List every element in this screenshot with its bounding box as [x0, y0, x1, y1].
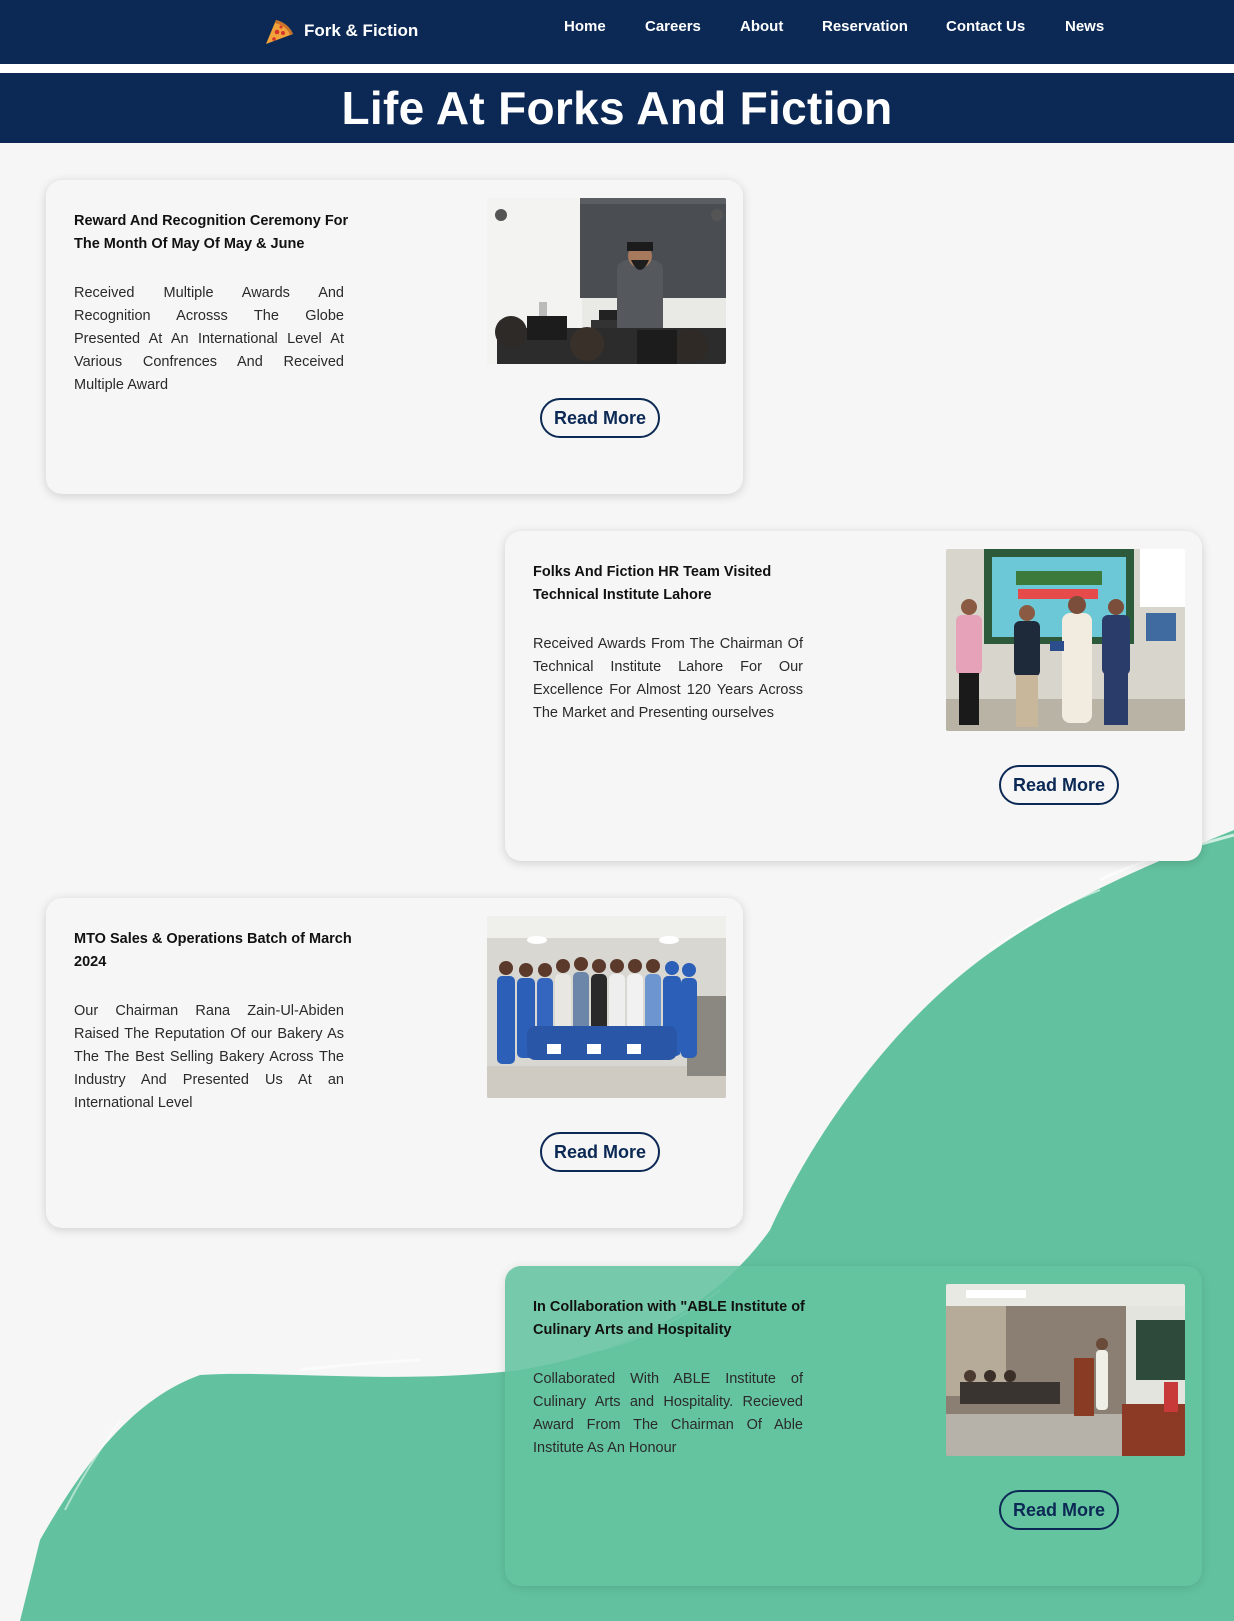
card-description: Our Chairman Rana Zain-Ul-Abiden Raised … — [74, 1003, 344, 1111]
top-navbar: Fork & Fiction Home Careers About Reserv… — [0, 0, 1234, 64]
read-more-button[interactable]: Read More — [999, 1490, 1119, 1530]
read-more-button[interactable]: Read More — [999, 765, 1119, 805]
read-more-button[interactable]: Read More — [540, 1132, 660, 1172]
nav-reservation[interactable]: Reservation — [822, 18, 908, 35]
main-nav: Home Careers About Reservation Contact U… — [0, 18, 1234, 38]
news-card-4: In Collaboration with "ABLE Institute of… — [505, 1266, 1202, 1586]
title-band: Life At Forks And Fiction — [0, 73, 1234, 143]
header-divider — [0, 64, 1234, 73]
card-photo-classroom — [946, 1284, 1185, 1456]
nav-about[interactable]: About — [740, 18, 783, 35]
page: Fork & Fiction Home Careers About Reserv… — [0, 0, 1234, 1621]
read-more-button[interactable]: Read More — [540, 398, 660, 438]
card-photo-team-visit — [946, 549, 1185, 731]
card-title: Folks And Fiction HR Team Visited Techni… — [533, 564, 772, 603]
nav-news[interactable]: News — [1065, 18, 1104, 35]
card-photo-group — [487, 916, 726, 1098]
card-description: Received Multiple Awards And Recognition… — [74, 285, 344, 393]
nav-careers[interactable]: Careers — [645, 18, 701, 35]
card-description: Collaborated With ABLE Institute of Culi… — [533, 1371, 803, 1456]
news-card-1: Reward And Recognition Ceremony For The … — [46, 180, 743, 494]
card-photo-lecture — [487, 198, 726, 364]
news-card-3: MTO Sales & Operations Batch of March 20… — [46, 898, 743, 1228]
news-card-2: Folks And Fiction HR Team Visited Techni… — [505, 531, 1202, 861]
card-title: MTO Sales & Operations Batch of March 20… — [74, 931, 352, 970]
nav-home[interactable]: Home — [564, 18, 606, 35]
page-title: Life At Forks And Fiction — [341, 82, 893, 134]
card-title: In Collaboration with "ABLE Institute of… — [533, 1299, 805, 1338]
card-title: Reward And Recognition Ceremony For The … — [74, 213, 349, 252]
card-description: Received Awards From The Chairman Of Tec… — [533, 636, 803, 721]
nav-contact-us[interactable]: Contact Us — [946, 18, 1025, 35]
